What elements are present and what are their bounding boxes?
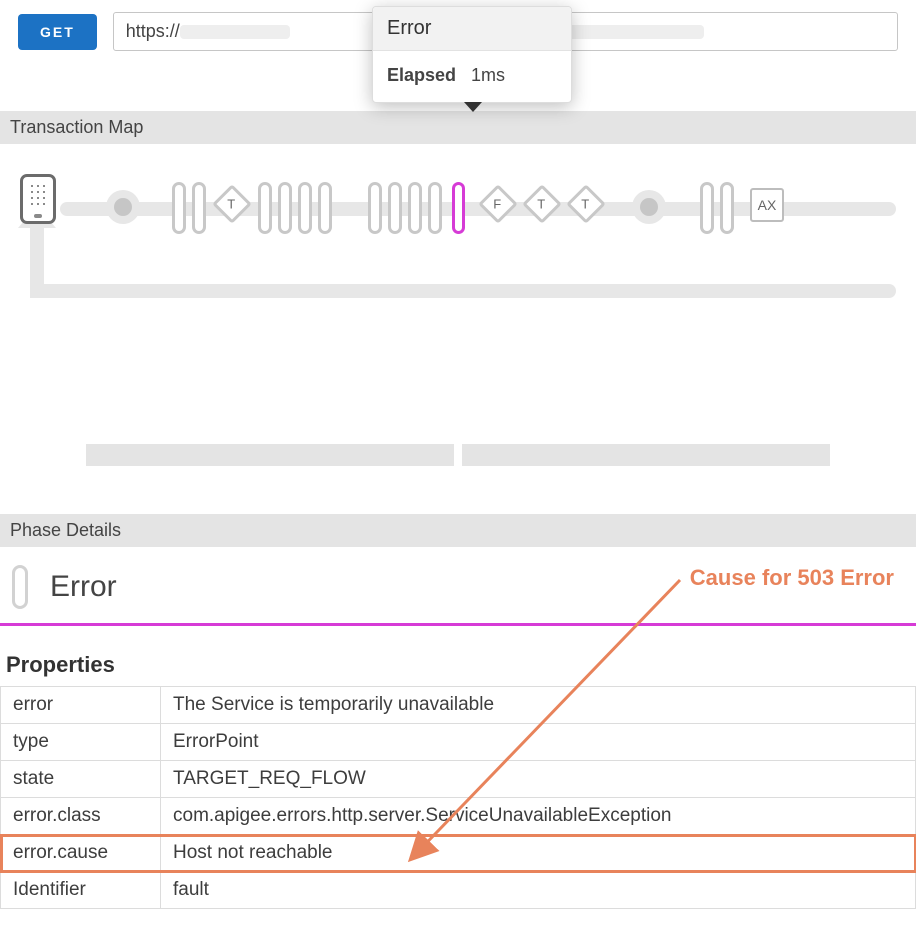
flow-analytics-box[interactable]: AX [750, 188, 784, 222]
flow-step[interactable] [388, 182, 402, 234]
client-device-icon[interactable] [20, 174, 56, 224]
flow-step[interactable] [428, 182, 442, 234]
property-row: typeErrorPoint [1, 724, 916, 761]
url-prefix: https:// [126, 21, 180, 41]
property-key: state [1, 761, 161, 798]
property-row: error.causeHost not reachable [1, 835, 916, 872]
tooltip-arrow-icon [464, 102, 482, 112]
flow-step[interactable] [700, 182, 714, 234]
return-line-vertical [30, 224, 44, 298]
properties-heading: Properties [0, 626, 916, 686]
flow-condition[interactable]: T [522, 184, 562, 224]
flow-condition[interactable]: F [478, 184, 518, 224]
property-row: errorThe Service is temporarily unavaila… [1, 687, 916, 724]
property-value: fault [161, 872, 916, 909]
flow-step[interactable] [192, 182, 206, 234]
property-value: The Service is temporarily unavailable [161, 687, 916, 724]
flow-step[interactable] [408, 182, 422, 234]
property-value: Host not reachable [161, 835, 916, 872]
properties-table: errorThe Service is temporarily unavaila… [0, 686, 916, 909]
phase-pill-icon [12, 565, 28, 609]
flow-step[interactable] [720, 182, 734, 234]
phase-title-row: Error Cause for 503 Error [0, 547, 916, 626]
flow-step[interactable] [298, 182, 312, 234]
property-row: error.classcom.apigee.errors.http.server… [1, 798, 916, 835]
flow-node-endpoint-start[interactable] [106, 190, 140, 224]
flow-step[interactable] [258, 182, 272, 234]
property-value: TARGET_REQ_FLOW [161, 761, 916, 798]
flow-node-endpoint-end[interactable] [632, 190, 666, 224]
property-value: ErrorPoint [161, 724, 916, 761]
flow-step[interactable] [318, 182, 332, 234]
transaction-map: T F T T AX [0, 144, 916, 334]
tooltip-elapsed-value: 1ms [471, 65, 505, 85]
property-key: error.class [1, 798, 161, 835]
return-line [30, 284, 896, 298]
flow-step[interactable] [278, 182, 292, 234]
tooltip-title: Error [373, 7, 571, 51]
property-value: com.apigee.errors.http.server.ServiceUna… [161, 798, 916, 835]
tooltip-body: Elapsed 1ms [373, 51, 571, 102]
property-key: error [1, 687, 161, 724]
property-key: error.cause [1, 835, 161, 872]
property-row: Identifierfault [1, 872, 916, 909]
flow-step[interactable] [368, 182, 382, 234]
annotation-label: Cause for 503 Error [690, 565, 894, 591]
flow-condition[interactable]: T [212, 184, 252, 224]
flow-condition[interactable]: T [566, 184, 606, 224]
http-method-button[interactable]: GET [18, 14, 97, 50]
property-row: stateTARGET_REQ_FLOW [1, 761, 916, 798]
transaction-map-header: Transaction Map [0, 111, 916, 144]
phase-heading: Error [50, 570, 117, 604]
tooltip-elapsed-label: Elapsed [387, 65, 456, 85]
hover-tooltip: Error Elapsed 1ms [372, 6, 572, 103]
flow-step[interactable] [172, 182, 186, 234]
flow-step-error-selected[interactable] [452, 182, 465, 234]
phase-details-header: Phase Details [0, 514, 916, 547]
property-key: Identifier [1, 872, 161, 909]
property-key: type [1, 724, 161, 761]
timeline-placeholder [86, 444, 830, 466]
